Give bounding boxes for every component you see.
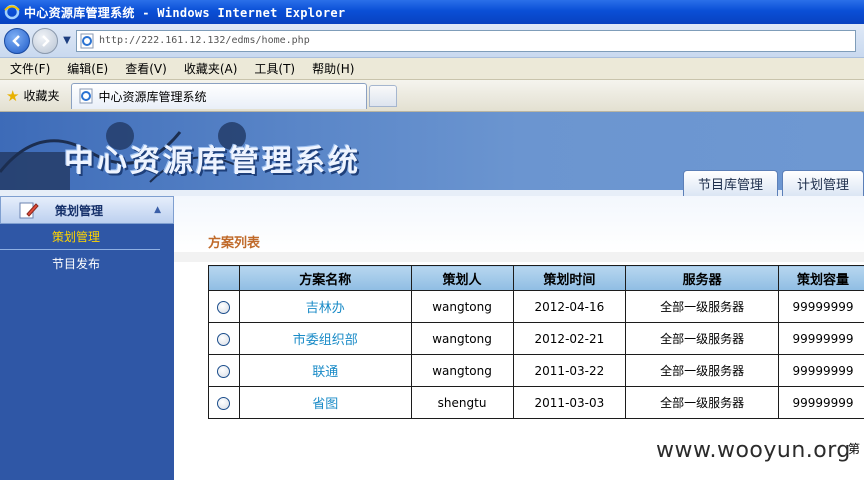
table-header-row: 方案名称 策划人 策划时间 服务器 策划容量 bbox=[208, 265, 864, 291]
table-row: 市委组织部 wangtong 2012-02-21 全部一级服务器 999999… bbox=[208, 322, 864, 355]
menu-view[interactable]: 查看(V) bbox=[125, 60, 167, 77]
header-select bbox=[208, 265, 240, 291]
header-date: 策划时间 bbox=[512, 265, 627, 291]
date-cell: 2012-02-21 bbox=[512, 322, 627, 355]
menu-file[interactable]: 文件(F) bbox=[10, 60, 50, 77]
tab-program-library[interactable]: 节目库管理 bbox=[682, 170, 778, 196]
server-cell: 全部一级服务器 bbox=[625, 386, 780, 419]
address-input[interactable]: http://222.161.12.132/edms/home.php bbox=[76, 29, 856, 52]
plan-name-cell: 省图 bbox=[238, 386, 412, 419]
favorites-button[interactable]: ★ 收藏夹 bbox=[6, 87, 59, 105]
menu-favorites[interactable]: 收藏夹(A) bbox=[184, 60, 238, 77]
sidebar-header[interactable]: 策划管理 ▲ bbox=[0, 196, 174, 224]
menu-help[interactable]: 帮助(H) bbox=[312, 60, 354, 77]
date-cell: 2011-03-03 bbox=[512, 386, 627, 419]
browser-tab[interactable]: 中心资源库管理系统 bbox=[71, 82, 368, 109]
plan-name-cell: 联通 bbox=[238, 354, 412, 387]
planner-cell: shengtu bbox=[410, 386, 514, 419]
section-divider bbox=[174, 252, 864, 262]
capacity-cell: 99999999 bbox=[778, 354, 864, 387]
header-capacity: 策划容量 bbox=[778, 265, 864, 291]
header-server: 服务器 bbox=[625, 265, 780, 291]
pencil-icon bbox=[19, 202, 39, 219]
menu-edit[interactable]: 编辑(E) bbox=[67, 60, 108, 77]
site-banner: 中心资源库管理系统 节目库管理 计划管理 bbox=[0, 112, 864, 196]
planner-cell: wangtong bbox=[410, 290, 514, 323]
table-row: 吉林办 wangtong 2012-04-16 全部一级服务器 99999999 bbox=[208, 290, 864, 323]
sidebar-header-label: 策划管理 bbox=[55, 203, 104, 218]
new-tab-button[interactable] bbox=[369, 84, 398, 107]
header-name: 方案名称 bbox=[238, 265, 412, 291]
sidebar-item-program-publish[interactable]: 节目发布 bbox=[0, 250, 174, 276]
sidebar: 策划管理 ▲ 策划管理 节目发布 bbox=[0, 196, 174, 480]
page-icon bbox=[79, 88, 93, 104]
plan-name-link[interactable]: 联通 bbox=[312, 365, 338, 380]
row-select-cell bbox=[208, 354, 240, 387]
row-select-cell bbox=[208, 322, 240, 355]
capacity-cell: 99999999 bbox=[778, 386, 864, 419]
row-radio[interactable] bbox=[217, 396, 231, 410]
date-cell: 2011-03-22 bbox=[512, 354, 627, 387]
server-cell: 全部一级服务器 bbox=[625, 290, 780, 323]
menu-tools[interactable]: 工具(T) bbox=[254, 60, 295, 77]
menu-bar: 文件(F) 编辑(E) 查看(V) 收藏夹(A) 工具(T) 帮助(H) bbox=[0, 58, 864, 80]
server-cell: 全部一级服务器 bbox=[625, 322, 780, 355]
page-icon bbox=[80, 33, 94, 48]
back-button[interactable] bbox=[4, 27, 30, 54]
top-nav: 节目库管理 计划管理 bbox=[679, 170, 864, 196]
plan-name-link[interactable]: 吉林办 bbox=[306, 301, 345, 316]
window-title: 中心资源库管理系统 - Windows Internet Explorer bbox=[24, 5, 346, 20]
content-header bbox=[174, 196, 864, 252]
favorites-label: 收藏夹 bbox=[23, 89, 60, 103]
row-select-cell bbox=[208, 386, 240, 419]
section-title: 方案列表 bbox=[208, 236, 261, 251]
plan-name-link[interactable]: 市委组织部 bbox=[293, 333, 358, 348]
server-cell: 全部一级服务器 bbox=[625, 354, 780, 387]
row-radio[interactable] bbox=[217, 364, 231, 378]
sidebar-item-plan-management[interactable]: 策划管理 bbox=[0, 224, 160, 250]
web-page: 中心资源库管理系统 节目库管理 计划管理 策划管理 ▲ 策划管理 节目发布 方案… bbox=[0, 112, 864, 480]
row-select-cell bbox=[208, 290, 240, 323]
planner-cell: wangtong bbox=[410, 322, 514, 355]
url-text: http://222.161.12.132/edms/home.php bbox=[99, 35, 310, 46]
back-arrow-icon bbox=[12, 34, 20, 47]
favorites-tab-bar: ★ 收藏夹 中心资源库管理系统 bbox=[0, 80, 864, 112]
tab-plan-management[interactable]: 计划管理 bbox=[781, 170, 864, 196]
row-radio[interactable] bbox=[217, 300, 231, 314]
date-cell: 2012-04-16 bbox=[512, 290, 627, 323]
table-row: 省图 shengtu 2011-03-03 全部一级服务器 99999999 bbox=[208, 386, 864, 419]
capacity-cell: 99999999 bbox=[778, 322, 864, 355]
forward-arrow-icon bbox=[42, 34, 50, 47]
capacity-cell: 99999999 bbox=[778, 290, 864, 323]
favorites-star-icon: ★ bbox=[6, 86, 20, 105]
history-dropdown-button[interactable]: ▼ bbox=[60, 28, 74, 54]
row-radio[interactable] bbox=[217, 332, 231, 346]
planner-cell: wangtong bbox=[410, 354, 514, 387]
header-planner: 策划人 bbox=[410, 265, 514, 291]
address-toolbar: ▼ http://222.161.12.132/edms/home.php bbox=[0, 24, 864, 58]
site-title: 中心资源库管理系统 bbox=[64, 144, 361, 179]
plan-name-cell: 吉林办 bbox=[238, 290, 412, 323]
collapse-up-icon[interactable]: ▲ bbox=[154, 205, 161, 215]
browser-tab-title: 中心资源库管理系统 bbox=[98, 89, 207, 104]
table-row: 联通 wangtong 2011-03-22 全部一级服务器 99999999 bbox=[208, 354, 864, 387]
ie-logo-icon bbox=[4, 4, 20, 20]
forward-button[interactable] bbox=[32, 27, 58, 54]
window-titlebar: 中心资源库管理系统 - Windows Internet Explorer bbox=[0, 0, 864, 24]
watermark-text: www.wooyun.org bbox=[656, 438, 851, 463]
plan-name-link[interactable]: 省图 bbox=[312, 397, 338, 412]
plans-table: 方案名称 策划人 策划时间 服务器 策划容量 吉林办 wangtong 2012… bbox=[208, 265, 864, 419]
plan-name-cell: 市委组织部 bbox=[238, 322, 412, 355]
